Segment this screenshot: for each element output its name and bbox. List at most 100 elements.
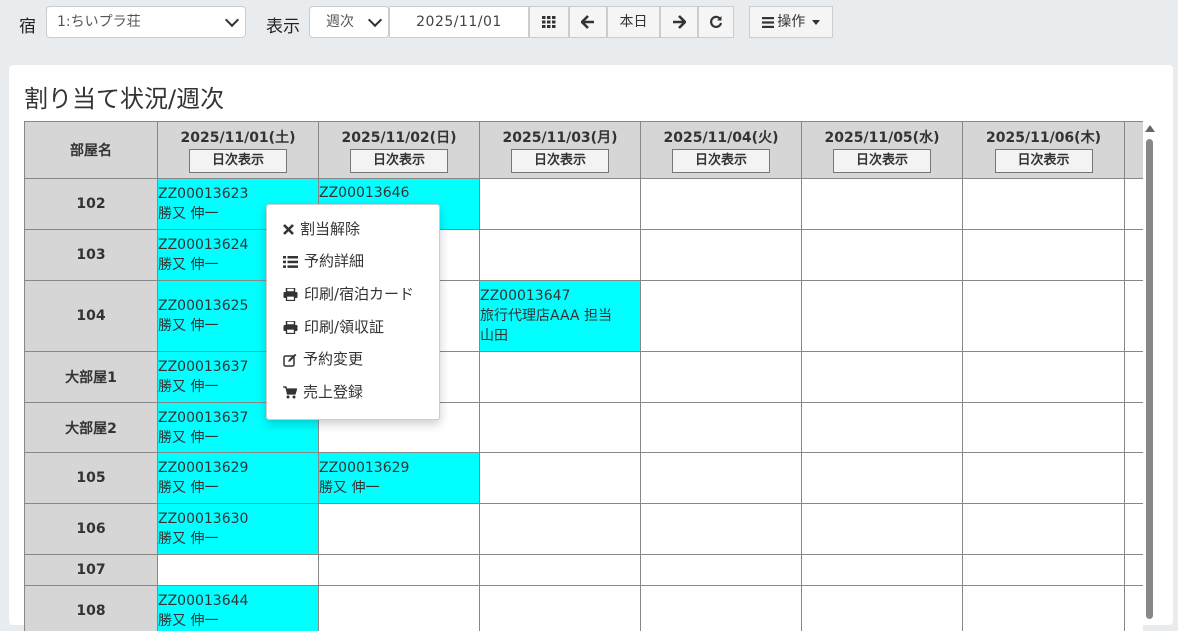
booking-cell[interactable]: ZZ00013647旅行代理店AAA 担当 山田 — [480, 281, 641, 352]
booking-id: ZZ00013630 — [158, 509, 318, 529]
prev-button[interactable] — [569, 6, 607, 38]
calendar-button[interactable] — [529, 6, 569, 38]
room-name: 106 — [25, 504, 158, 555]
daily-view-button[interactable]: 日次表示 — [189, 149, 287, 173]
toolbar: 宿 1:ちいプラ荘 表示 週次 2025/11/01 本日 操作 — [0, 0, 1178, 50]
empty-cell — [1125, 504, 1144, 555]
room-name: 105 — [25, 453, 158, 504]
empty-cell[interactable] — [319, 504, 480, 555]
empty-cell[interactable] — [480, 230, 641, 281]
print-icon — [283, 288, 298, 301]
empty-cell[interactable] — [641, 281, 802, 352]
operations-label: 操作 — [777, 14, 805, 30]
next-button[interactable] — [660, 6, 698, 38]
operations-menu-button[interactable]: 操作 — [749, 6, 833, 38]
vertical-scrollbar[interactable] — [1143, 125, 1155, 619]
empty-cell[interactable] — [802, 281, 963, 352]
list-icon — [283, 256, 298, 268]
empty-cell[interactable] — [963, 230, 1125, 281]
menu-item-print-card[interactable]: 印刷/宿泊カード — [283, 282, 414, 306]
empty-cell[interactable] — [641, 504, 802, 555]
booking-id: ZZ00013629 — [319, 458, 479, 478]
chevron-down-icon — [368, 13, 382, 27]
guest-name: 勝又 伸一 — [158, 529, 318, 549]
menu-item-label: 割当解除 — [300, 220, 360, 238]
empty-cell[interactable] — [963, 504, 1125, 555]
print-icon — [283, 321, 298, 334]
empty-cell[interactable] — [480, 504, 641, 555]
booking-cell[interactable]: ZZ00013630勝又 伸一 — [158, 504, 319, 555]
menu-item-print-receipt[interactable]: 印刷/領収証 — [283, 315, 384, 339]
empty-cell[interactable] — [641, 352, 802, 403]
inn-select[interactable]: 1:ちいプラ荘 — [46, 6, 246, 38]
empty-cell[interactable] — [641, 230, 802, 281]
assignment-panel: 割り当て状況/週次 部屋名 2025/11/01(土)日次表示 2025/11/… — [9, 65, 1173, 625]
day-date: 2025/11/06(木) — [963, 127, 1124, 147]
empty-cell[interactable] — [641, 586, 802, 631]
empty-cell[interactable] — [802, 352, 963, 403]
empty-cell[interactable] — [963, 586, 1125, 631]
empty-cell[interactable] — [319, 555, 480, 586]
table-row: 108 ZZ00013644勝又 伸一 — [25, 586, 1144, 631]
empty-cell[interactable] — [963, 179, 1125, 230]
empty-cell — [1125, 179, 1144, 230]
daily-view-button[interactable]: 日次表示 — [350, 149, 448, 173]
booking-cell[interactable]: ZZ00013629勝又 伸一 — [319, 453, 480, 504]
view-select[interactable]: 週次 — [309, 6, 389, 38]
empty-cell[interactable] — [802, 179, 963, 230]
scroll-up-arrow-icon[interactable] — [1145, 125, 1155, 132]
empty-cell[interactable] — [802, 453, 963, 504]
empty-cell[interactable] — [480, 352, 641, 403]
empty-cell[interactable] — [641, 453, 802, 504]
arrow-right-icon — [672, 15, 686, 29]
daily-view-button[interactable]: 日次表示 — [672, 149, 770, 173]
empty-cell[interactable] — [480, 555, 641, 586]
caret-down-icon — [812, 20, 820, 25]
empty-cell[interactable] — [802, 230, 963, 281]
empty-cell[interactable] — [480, 179, 641, 230]
empty-cell[interactable] — [963, 403, 1125, 453]
empty-cell[interactable] — [802, 586, 963, 631]
menu-item-change-reservation[interactable]: 予約変更 — [283, 347, 363, 371]
view-select-value: 週次 — [326, 14, 354, 30]
empty-cell[interactable] — [963, 453, 1125, 504]
empty-cell[interactable] — [641, 179, 802, 230]
chevron-down-icon — [225, 13, 239, 27]
refresh-button[interactable] — [698, 6, 734, 38]
empty-cell[interactable] — [802, 504, 963, 555]
day-header: 2025/11/02(日)日次表示 — [319, 122, 480, 179]
empty-cell[interactable] — [963, 281, 1125, 352]
empty-cell[interactable] — [158, 555, 319, 586]
empty-cell[interactable] — [480, 453, 641, 504]
menu-item-register-sales[interactable]: 売上登録 — [283, 380, 363, 404]
room-name: 103 — [25, 230, 158, 281]
inn-select-value: 1:ちいプラ荘 — [57, 14, 141, 30]
empty-cell[interactable] — [963, 555, 1125, 586]
booking-cell[interactable]: ZZ00013644勝又 伸一 — [158, 586, 319, 631]
empty-cell[interactable] — [641, 555, 802, 586]
date-input[interactable]: 2025/11/01 — [389, 6, 529, 38]
menu-item-reservation-details[interactable]: 予約詳細 — [283, 249, 364, 273]
empty-cell[interactable] — [319, 586, 480, 631]
empty-cell[interactable] — [802, 555, 963, 586]
empty-cell[interactable] — [802, 403, 963, 453]
room-header: 部屋名 — [25, 122, 158, 179]
booking-cell[interactable]: ZZ00013629勝又 伸一 — [158, 453, 319, 504]
room-name: 108 — [25, 586, 158, 631]
menu-item-label: 予約変更 — [303, 350, 363, 368]
empty-cell — [1125, 281, 1144, 352]
assignment-grid-viewport[interactable]: 部屋名 2025/11/01(土)日次表示 2025/11/02(日)日次表示 … — [24, 121, 1143, 631]
menu-item-unassign[interactable]: 割当解除 — [283, 217, 360, 241]
daily-view-button[interactable]: 日次表示 — [995, 149, 1093, 173]
empty-cell[interactable] — [480, 586, 641, 631]
day-date: 2025/11/04(火) — [641, 127, 801, 147]
day-header: 2025/11/05(水)日次表示 — [802, 122, 963, 179]
empty-cell[interactable] — [963, 352, 1125, 403]
empty-cell[interactable] — [641, 403, 802, 453]
empty-cell[interactable] — [480, 403, 641, 453]
scrollbar-thumb[interactable] — [1146, 139, 1153, 619]
today-button[interactable]: 本日 — [607, 6, 660, 38]
daily-view-button[interactable]: 日次表示 — [833, 149, 931, 173]
daily-view-button[interactable]: 日次表示 — [511, 149, 609, 173]
day-header: 2025/11/06(木)日次表示 — [963, 122, 1125, 179]
